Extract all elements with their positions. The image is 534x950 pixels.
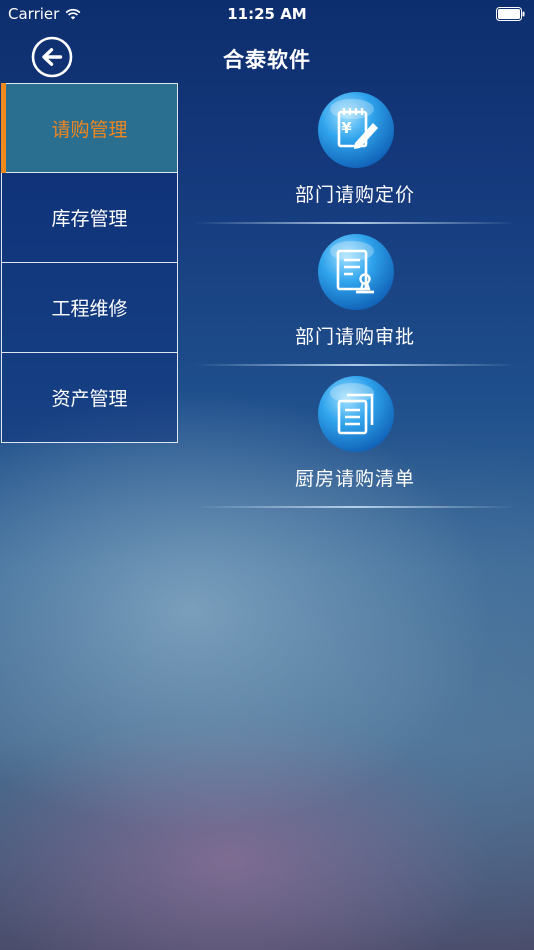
pricing-edit-icon: ¥ xyxy=(318,92,394,168)
sidebar-item-asset-management[interactable]: 资产管理 xyxy=(1,353,178,443)
menu-list: ¥ 部门请购定价 部门请购审批 厨房请购清单 xyxy=(194,88,516,514)
svg-text:¥: ¥ xyxy=(341,119,352,137)
page-title: 合泰软件 xyxy=(223,48,311,72)
menu-item-kitchen-list[interactable]: 厨房请购清单 xyxy=(194,372,516,514)
status-time: 11:25 AM xyxy=(227,5,307,23)
sidebar: 请购管理 库存管理 工程维修 资产管理 xyxy=(1,83,178,443)
sidebar-item-label: 请购管理 xyxy=(51,118,128,141)
menu-item-label: 部门请购审批 xyxy=(294,326,415,348)
menu-divider xyxy=(194,364,516,366)
menu-item-department-approval[interactable]: 部门请购审批 xyxy=(194,230,516,372)
sidebar-item-inventory-management[interactable]: 库存管理 xyxy=(1,173,178,263)
document-list-icon xyxy=(318,376,394,452)
approval-stamp-icon xyxy=(318,234,394,310)
sidebar-item-label: 资产管理 xyxy=(51,388,128,410)
sidebar-item-purchase-management[interactable]: 请购管理 xyxy=(1,83,178,173)
menu-item-label: 厨房请购清单 xyxy=(294,468,415,490)
menu-item-department-pricing[interactable]: ¥ 部门请购定价 xyxy=(194,88,516,230)
menu-item-label: 部门请购定价 xyxy=(294,184,415,206)
sidebar-item-engineering-repair[interactable]: 工程维修 xyxy=(1,263,178,353)
sidebar-item-label: 工程维修 xyxy=(51,298,128,320)
sidebar-item-label: 库存管理 xyxy=(51,208,128,230)
menu-divider xyxy=(194,506,516,508)
battery-icon xyxy=(496,7,525,21)
menu-divider xyxy=(194,222,516,224)
status-bar: Carrier 11:25 AM xyxy=(0,0,534,28)
